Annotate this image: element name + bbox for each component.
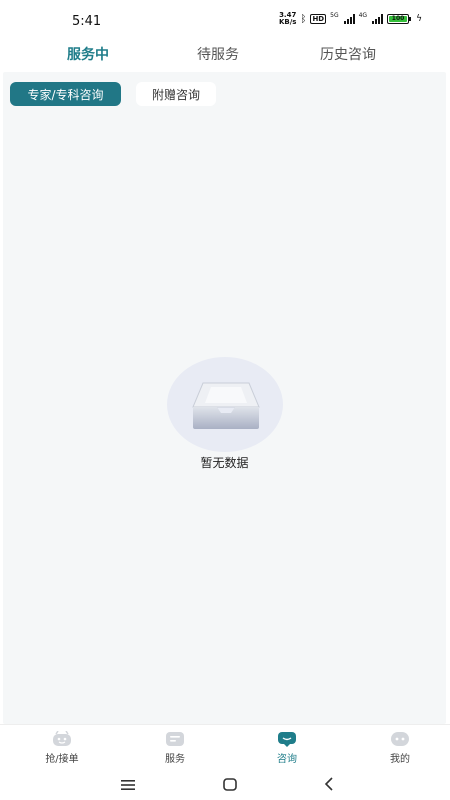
filter-gift-consult[interactable]: 附赠咨询	[136, 82, 216, 106]
speed-unit: KB/s	[278, 18, 297, 26]
nav-grab-order[interactable]: 抢/接单	[22, 731, 102, 765]
status-bar: 5:41 3.47 KB/s ᛒ HD 5G 4G 100 ϟ	[0, 0, 450, 36]
network-type-1: 5G	[330, 12, 339, 19]
system-nav-bar	[0, 770, 450, 800]
consult-icon	[278, 732, 296, 747]
top-tabs: 服务中 待服务 历史咨询	[0, 38, 450, 77]
charging-icon: ϟ	[416, 14, 422, 24]
service-icon	[166, 732, 184, 746]
status-time: 5:41	[72, 14, 102, 29]
back-icon[interactable]	[324, 777, 334, 791]
nav-label-profile: 我的	[390, 754, 410, 765]
nav-label-service: 服务	[165, 754, 185, 765]
empty-state-text: 暂无数据	[200, 456, 249, 470]
signal-icon-2	[372, 14, 384, 24]
network-type-2: 4G	[358, 12, 368, 19]
signal-icon	[343, 14, 355, 24]
grab-order-icon	[53, 731, 71, 746]
profile-icon	[391, 732, 409, 746]
content-area: 专家/专科咨询 附赠咨询 暂无数据	[3, 72, 446, 724]
bluetooth-icon: ᛒ	[300, 13, 307, 25]
home-icon[interactable]	[223, 778, 237, 791]
nav-label-grab-order: 抢/接单	[45, 754, 79, 765]
nav-service[interactable]: 服务	[135, 731, 215, 765]
tab-pending-service[interactable]: 待服务	[197, 44, 239, 64]
hd-badge: HD	[310, 14, 327, 24]
menu-icon[interactable]	[121, 779, 135, 791]
nav-profile[interactable]: 我的	[360, 731, 440, 765]
filter-expert-consult[interactable]: 专家/专科咨询	[10, 82, 121, 106]
tab-history-consult[interactable]: 历史咨询	[320, 44, 376, 64]
bottom-nav: 抢/接单 服务 咨询 我的	[0, 724, 450, 770]
empty-box-icon	[192, 382, 260, 429]
status-indicators: 3.47 KB/s ᛒ HD 5G 4G 100 ϟ	[279, 12, 422, 26]
nav-consult[interactable]: 咨询	[247, 731, 327, 765]
battery-level: 100	[389, 16, 408, 22]
tab-in-service[interactable]: 服务中	[67, 44, 109, 64]
nav-label-consult: 咨询	[277, 754, 297, 765]
network-speed: 3.47 KB/s	[279, 12, 296, 26]
battery-icon: 100	[387, 14, 412, 24]
